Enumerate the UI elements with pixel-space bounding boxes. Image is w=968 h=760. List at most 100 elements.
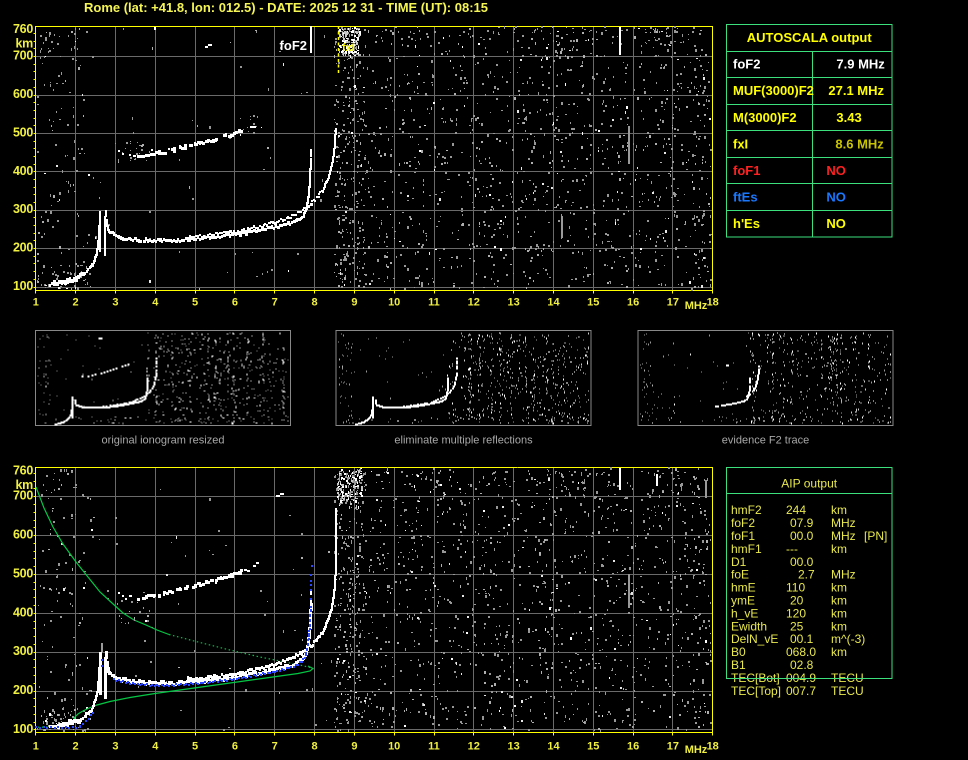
- svg-text:700: 700: [13, 49, 33, 63]
- svg-text:MHz: MHz: [831, 516, 856, 530]
- svg-text:600: 600: [13, 87, 33, 101]
- svg-text:TECU: TECU: [831, 684, 864, 698]
- svg-text:M(3000)F2: M(3000)F2: [733, 110, 797, 125]
- svg-text:km: km: [831, 619, 847, 633]
- svg-text:4: 4: [152, 741, 159, 753]
- svg-text:TEC[Bot]: TEC[Bot]: [731, 671, 780, 685]
- svg-text:fxI: fxI: [733, 136, 748, 151]
- svg-text:25: 25: [790, 619, 804, 633]
- svg-text:00.1: 00.1: [790, 632, 814, 646]
- svg-text:2: 2: [73, 741, 79, 753]
- svg-text:10: 10: [388, 297, 400, 309]
- svg-text:18: 18: [707, 297, 719, 309]
- svg-text:fxI: fxI: [342, 42, 355, 54]
- svg-text:200: 200: [13, 241, 33, 255]
- svg-text:D1: D1: [731, 555, 747, 569]
- svg-text:068.0: 068.0: [786, 645, 816, 659]
- svg-text:00.0: 00.0: [790, 529, 814, 543]
- svg-text:1: 1: [33, 297, 39, 309]
- svg-text:200: 200: [13, 683, 33, 697]
- svg-text:400: 400: [13, 164, 33, 178]
- svg-text:AUTOSCALA output: AUTOSCALA output: [747, 30, 873, 45]
- svg-text:300: 300: [13, 644, 33, 658]
- svg-text:16: 16: [627, 741, 639, 753]
- svg-text:120: 120: [786, 606, 806, 620]
- svg-text:NO: NO: [826, 163, 846, 178]
- svg-text:ymE: ymE: [731, 594, 755, 608]
- svg-text:DelN_vE: DelN_vE: [731, 632, 778, 646]
- svg-text:13: 13: [507, 297, 519, 309]
- svg-text:foE: foE: [731, 568, 749, 582]
- svg-text:3: 3: [112, 297, 118, 309]
- svg-text:MHz: MHz: [831, 529, 856, 543]
- svg-text:16: 16: [627, 297, 639, 309]
- svg-text:11: 11: [428, 741, 440, 753]
- svg-text:hmE: hmE: [731, 581, 756, 595]
- svg-text:244: 244: [786, 503, 806, 517]
- svg-text:8.6 MHz: 8.6 MHz: [835, 136, 884, 151]
- svg-text:20: 20: [790, 594, 804, 608]
- svg-text:[PN]: [PN]: [864, 529, 887, 543]
- svg-text:3: 3: [112, 741, 118, 753]
- svg-text:18: 18: [707, 741, 719, 753]
- svg-text:m^(-3): m^(-3): [831, 632, 865, 646]
- svg-text:TECU: TECU: [831, 671, 864, 685]
- svg-text:km: km: [831, 503, 847, 517]
- svg-text:12: 12: [468, 741, 480, 753]
- svg-text:17: 17: [667, 741, 679, 753]
- svg-text:07.9: 07.9: [790, 516, 814, 530]
- svg-text:3.43: 3.43: [836, 110, 861, 125]
- svg-text:km: km: [831, 594, 847, 608]
- svg-text:B1: B1: [731, 658, 746, 672]
- svg-text:AIP output: AIP output: [781, 477, 837, 491]
- svg-text:7: 7: [272, 741, 278, 753]
- svg-text:foF2: foF2: [280, 38, 307, 53]
- svg-text:5: 5: [192, 297, 198, 309]
- svg-text:9: 9: [351, 297, 357, 309]
- svg-text:8: 8: [311, 297, 317, 309]
- svg-text:00.0: 00.0: [790, 555, 814, 569]
- svg-text:eliminate multiple reflections: eliminate multiple reflections: [394, 435, 533, 447]
- svg-text:15: 15: [587, 741, 599, 753]
- svg-text:11: 11: [428, 297, 440, 309]
- svg-text:km: km: [16, 478, 34, 492]
- svg-text:7: 7: [272, 297, 278, 309]
- svg-text:TEC[Top]: TEC[Top]: [731, 684, 781, 698]
- svg-text:004.9: 004.9: [786, 671, 816, 685]
- svg-text:MHz: MHz: [831, 568, 856, 582]
- svg-text:MHz: MHz: [685, 744, 708, 755]
- svg-text:foF2: foF2: [731, 516, 755, 530]
- svg-text:h'Es: h'Es: [733, 216, 760, 231]
- svg-text:4: 4: [152, 297, 159, 309]
- svg-text:10: 10: [388, 741, 400, 753]
- svg-text:14: 14: [547, 741, 560, 753]
- svg-text:h_vE: h_vE: [731, 606, 758, 620]
- svg-text:760: 760: [13, 464, 33, 478]
- svg-text:B0: B0: [731, 645, 746, 659]
- svg-text:foF1: foF1: [733, 163, 760, 178]
- svg-text:hmF2: hmF2: [731, 503, 762, 517]
- svg-text:Ewidth: Ewidth: [731, 619, 767, 633]
- svg-text:2.7: 2.7: [798, 568, 815, 582]
- svg-text:300: 300: [13, 202, 33, 216]
- svg-text:8: 8: [311, 741, 317, 753]
- svg-text:13: 13: [507, 741, 519, 753]
- svg-text:12: 12: [468, 297, 480, 309]
- svg-text:foF1: foF1: [731, 529, 755, 543]
- svg-text:400: 400: [13, 605, 33, 619]
- svg-text:MUF(3000)F2: MUF(3000)F2: [733, 83, 814, 98]
- svg-text:100: 100: [13, 722, 33, 736]
- svg-text:original ionogram resized: original ionogram resized: [102, 435, 225, 447]
- svg-text:ftEs: ftEs: [733, 189, 758, 204]
- svg-text:7.9 MHz: 7.9 MHz: [836, 57, 885, 72]
- svg-text:evidence F2 trace: evidence F2 trace: [722, 435, 809, 447]
- svg-text:NO: NO: [826, 189, 846, 204]
- svg-text:5: 5: [192, 741, 198, 753]
- svg-text:600: 600: [13, 528, 33, 542]
- svg-text:760: 760: [13, 22, 33, 36]
- svg-text:100: 100: [13, 279, 33, 293]
- svg-text:15: 15: [587, 297, 599, 309]
- svg-text:6: 6: [232, 741, 238, 753]
- svg-text:500: 500: [13, 566, 33, 580]
- svg-text:17: 17: [667, 297, 679, 309]
